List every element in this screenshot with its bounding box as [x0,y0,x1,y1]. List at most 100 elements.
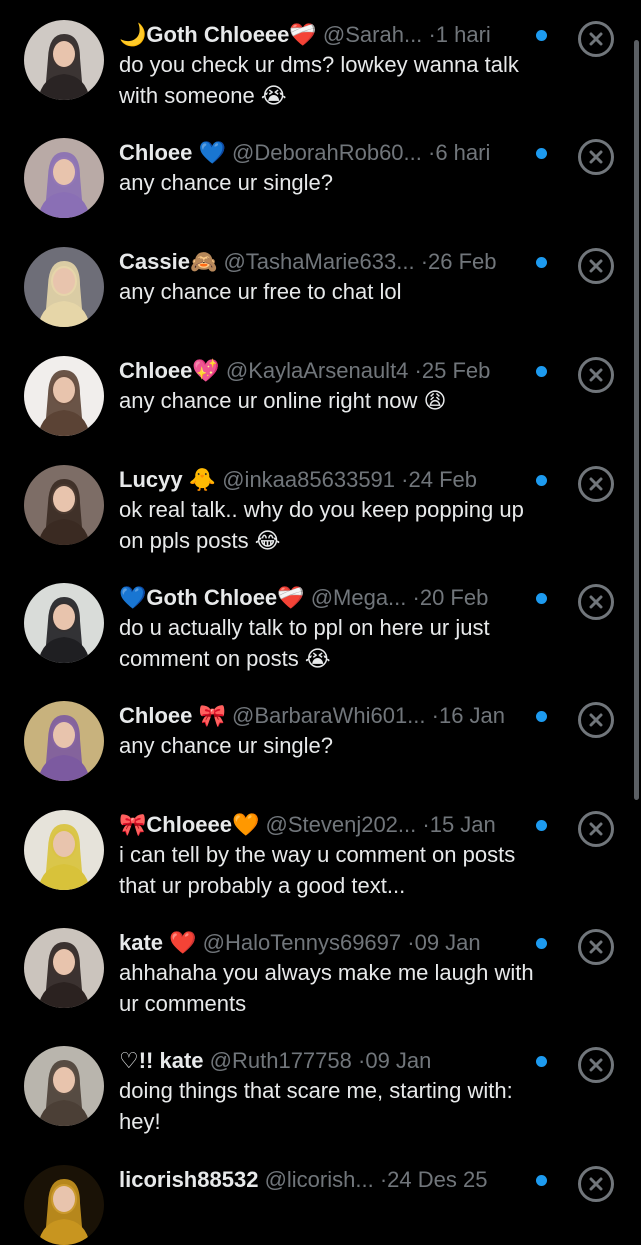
display-name[interactable]: Chloee💖 [119,358,220,383]
separator-dot: · [412,585,420,610]
dismiss-button[interactable] [578,702,614,738]
message-preview: ahhahaha you always make me laugh with u… [119,960,534,1016]
avatar[interactable] [24,583,104,663]
dismiss-button[interactable] [578,248,614,284]
avatar[interactable] [24,138,104,218]
dismiss-button[interactable] [578,1047,614,1083]
dismiss-button[interactable] [578,357,614,393]
close-icon [589,940,603,954]
unread-indicator [536,1056,547,1067]
notification-header: Chloee💖 @KaylaArsenault4 ·25 Feb [119,356,529,386]
display-name[interactable]: Cassie🙈 [119,249,217,274]
separator-dot: · [428,22,436,47]
separator-dot: · [414,358,422,383]
avatar[interactable] [24,465,104,545]
close-icon [589,713,603,727]
message-preview: any chance ur single? [119,733,334,758]
user-handle[interactable]: @Mega... [311,585,407,610]
user-handle[interactable]: @Ruth177758 [210,1048,352,1073]
avatar[interactable] [24,356,104,436]
close-icon [589,32,603,46]
close-icon [589,595,603,609]
separator-dot: · [431,703,439,728]
notification-header: licorish88532 @licorish... ·24 Des 25 [119,1165,529,1195]
dismiss-button[interactable] [578,584,614,620]
dismiss-button[interactable] [578,466,614,502]
notification-header: Chloee 💙 @DeborahRob60... ·6 hari [119,138,529,168]
message-preview: doing things that scare me, starting wit… [119,1078,513,1134]
separator-dot: · [420,249,429,274]
message-preview: any chance ur single? [119,170,334,195]
avatar[interactable] [24,810,104,890]
display-name[interactable]: kate ❤️ [119,930,197,955]
unread-indicator [536,938,547,949]
display-name[interactable]: licorish88532 [119,1167,258,1192]
display-name[interactable]: Lucyy 🐥 [119,467,216,492]
display-name[interactable]: 🎀Chloeee🧡 [119,812,259,837]
user-handle[interactable]: @inkaa85633591 [222,467,395,492]
close-icon [589,150,603,164]
unread-indicator [536,148,547,159]
avatar[interactable] [24,701,104,781]
close-icon [589,368,603,382]
display-name[interactable]: 💙Goth Chloee❤️‍🩹 [119,585,305,610]
unread-indicator [536,257,547,268]
avatar[interactable] [24,20,104,100]
unread-indicator [536,593,547,604]
avatar[interactable] [24,1165,104,1245]
user-handle[interactable]: @licorish... [265,1167,374,1192]
separator-dot: · [422,812,430,837]
display-name[interactable]: Chloee 🎀 [119,703,226,728]
timestamp: 15 Jan [429,812,496,837]
message-preview: do u actually talk to ppl on here ur jus… [119,615,490,671]
user-handle[interactable]: @HaloTennys69697 [203,930,401,955]
close-icon [589,822,603,836]
timestamp: 20 Feb [419,585,489,610]
user-handle[interactable]: @TashaMarie633... [223,249,414,274]
user-handle[interactable]: @Sarah... [323,22,422,47]
user-handle[interactable]: @DeborahRob60... [232,140,422,165]
timestamp: 09 Jan [365,1048,432,1073]
separator-dot: · [407,930,415,955]
display-name[interactable]: Chloee 💙 [119,140,226,165]
avatar[interactable] [24,1046,104,1126]
notification-header: Lucyy 🐥 @inkaa85633591 ·24 Feb [119,465,529,495]
scrollbar[interactable] [634,40,639,800]
user-handle[interactable]: @BarbaraWhi601... [232,703,426,728]
unread-indicator [536,30,547,41]
message-preview: ok real talk.. why do you keep popping u… [119,497,524,553]
timestamp: 1 hari [435,22,491,47]
notification-header: ♡!! kate @Ruth177758 ·09 Jan [119,1046,529,1076]
avatar[interactable] [24,928,104,1008]
close-icon [589,259,603,273]
dismiss-button[interactable] [578,1166,614,1202]
timestamp: 6 hari [435,140,491,165]
timestamp: 16 Jan [438,703,506,728]
user-handle[interactable]: @KaylaArsenault4 [226,358,409,383]
timestamp: 25 Feb [421,358,491,383]
avatar[interactable] [24,247,104,327]
timestamp: 09 Jan [414,930,481,955]
unread-indicator [536,1175,547,1186]
unread-indicator [536,366,547,377]
dismiss-button[interactable] [578,811,614,847]
unread-indicator [536,820,547,831]
message-preview: i can tell by the way u comment on posts… [119,842,516,898]
display-name[interactable]: ♡!! kate [119,1048,204,1073]
message-preview: do you check ur dms? lowkey wanna talk w… [119,52,519,108]
message-preview: any chance ur free to chat lol [119,279,402,304]
close-icon [589,1177,603,1191]
dismiss-button[interactable] [578,21,614,57]
unread-indicator [536,711,547,722]
close-icon [589,1058,603,1072]
display-name[interactable]: 🌙Goth Chloeee❤️‍🩹 [119,22,317,47]
notification-list: 🌙Goth Chloeee❤️‍🩹 @Sarah... ·1 hari do y… [0,0,641,1245]
timestamp: 24 Feb [408,467,477,492]
timestamp: 26 Feb [428,249,497,274]
message-preview: any chance ur online right now 😩 [119,388,447,413]
dismiss-button[interactable] [578,139,614,175]
notification-header: Cassie🙈 @TashaMarie633... ·26 Feb [119,247,529,277]
dismiss-button[interactable] [578,929,614,965]
user-handle[interactable]: @Stevenj202... [266,812,417,837]
notification-header: 🌙Goth Chloeee❤️‍🩹 @Sarah... ·1 hari [119,20,529,50]
